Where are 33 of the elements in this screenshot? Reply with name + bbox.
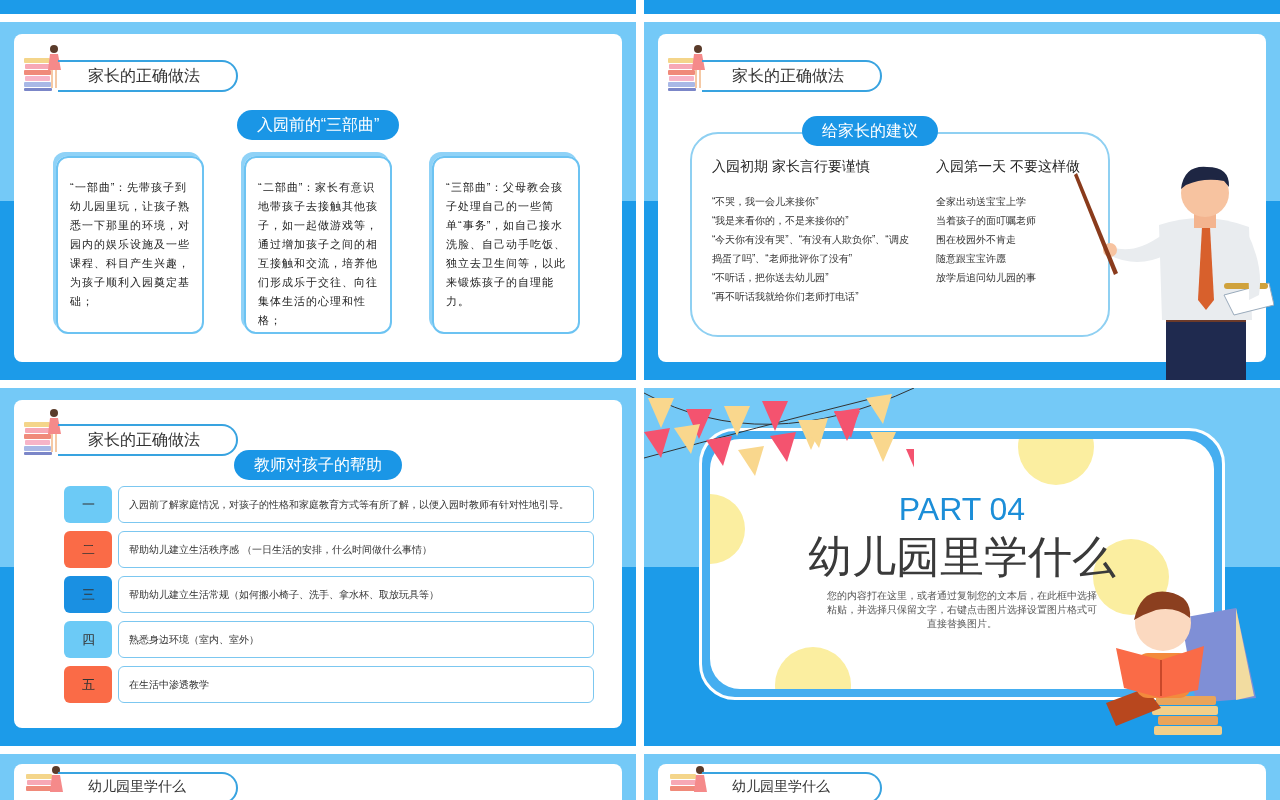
body-text: 您的内容打在这里，或者通过复制您的文本后，在此框中选择粘贴，并选择只保留文字，右键点击图片选择设置图片格式可直接替换图片。: [827, 589, 1097, 631]
column-heading: 入园初期 家长言行要谨慎: [712, 157, 871, 176]
subtitle-banner: 入园前的“三部曲”: [236, 110, 400, 140]
quote-line: 围在校园外不肯走: [936, 233, 1017, 247]
quote-line: 放学后追问幼儿园的事: [936, 271, 1037, 285]
quote-line: “我是来看你的，不是来接你的”: [712, 214, 850, 228]
column-heading: 入园第一天 不要这样做: [936, 157, 1081, 176]
number-tile: 二: [64, 531, 112, 568]
quote-line: “今天你有没有哭”、“有没有人欺负你”、“调皮捣蛋了吗”、“老师批评你了没有”: [712, 233, 910, 266]
number-tile: 三: [64, 576, 112, 613]
number-tile: 四: [64, 621, 112, 658]
section-title: 家长的正确做法: [58, 60, 238, 92]
section-title: 家长的正确做法: [702, 60, 882, 92]
quote-line: 全家出动送宝宝上学: [936, 195, 1027, 209]
list-item: 帮助幼儿建立生活常规（如何搬小椅子、洗手、拿水杯、取放玩具等）: [118, 576, 594, 613]
section-title: 幼儿园里学什么: [58, 772, 238, 800]
number-tile: 一: [64, 486, 112, 523]
list-item: 在生活中渗透教学: [118, 666, 594, 703]
subtitle-banner: 教师对孩子的帮助: [234, 450, 402, 480]
section-heading: 幼儿园里学什么: [808, 531, 1116, 583]
list-item: 帮助幼儿建立生活秩序感 （一日生活的安排，什么时间做什么事情）: [118, 531, 594, 568]
quote-line: “不哭，我一会儿来接你”: [712, 195, 820, 209]
subtitle-banner: 给家长的建议: [802, 116, 938, 146]
section-title: 幼儿园里学什么: [702, 772, 882, 800]
quote-line: 随意跟宝宝许愿: [936, 252, 1007, 266]
list-item: 入园前了解家庭情况，对孩子的性格和家庭教育方式等有所了解，以便入园时教师有针对性地引导。: [118, 486, 594, 523]
quote-line: 当着孩子的面叮嘱老师: [936, 214, 1037, 228]
section-title: 家长的正确做法: [58, 424, 238, 456]
number-tile: 五: [64, 666, 112, 703]
quote-line: “再不听话我就给你们老师打电话”: [712, 290, 860, 304]
list-item: 熟悉身边环境（室内、室外）: [118, 621, 594, 658]
part-label: PART 04: [898, 491, 1026, 527]
quote-line: “不听话，把你送去幼儿园”: [712, 271, 830, 285]
